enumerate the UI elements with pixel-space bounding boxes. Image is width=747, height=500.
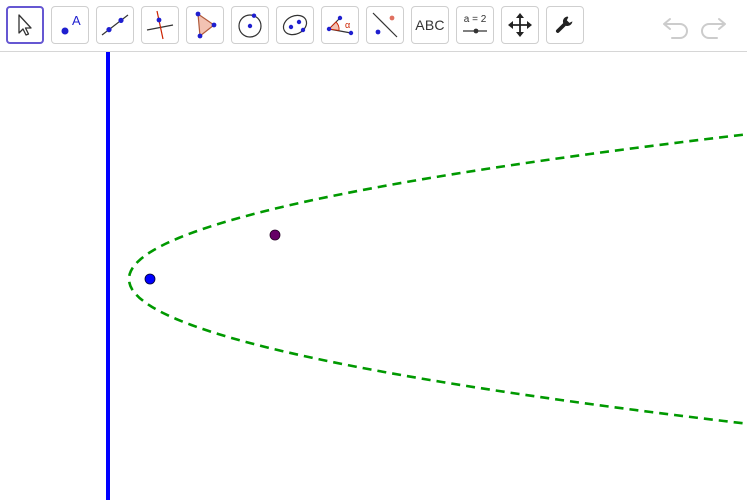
redo-button[interactable] <box>697 10 729 42</box>
circle-with-center-icon <box>238 13 262 38</box>
ellipse-tool-button[interactable] <box>276 6 314 44</box>
toolbar: A α ABC a = 2 <box>0 0 747 52</box>
undo-icon <box>663 18 688 39</box>
slider-icon: a = 2 <box>463 14 487 34</box>
text-tool-button[interactable]: ABC <box>411 6 449 44</box>
slider-tool-label: a = 2 <box>464 14 487 25</box>
perpendicular-line-icon <box>146 10 174 40</box>
free-point[interactable] <box>269 229 281 241</box>
move-tool-button[interactable] <box>6 6 44 44</box>
graphics-view[interactable] <box>0 52 747 500</box>
line-tool-button[interactable] <box>96 6 134 44</box>
circle-tool-button[interactable] <box>231 6 269 44</box>
angle-tool-button[interactable]: α <box>321 6 359 44</box>
wrench-icon <box>555 16 573 33</box>
text-tool-label: ABC <box>415 17 445 33</box>
move-graphics-view-icon <box>508 13 532 37</box>
focus-point[interactable] <box>144 273 156 285</box>
undo-button[interactable] <box>660 10 692 42</box>
redo-icon <box>701 18 726 39</box>
angle-icon: α <box>326 15 354 36</box>
reflect-about-line-icon <box>372 12 398 38</box>
perpendicular-tool-button[interactable] <box>141 6 179 44</box>
slider-tool-button[interactable]: a = 2 <box>456 6 494 44</box>
parabola-curve[interactable] <box>127 132 747 426</box>
ellipse-icon <box>282 14 308 36</box>
point-icon: A <box>61 13 81 35</box>
point-tool-label: A <box>72 13 81 28</box>
angle-tool-label: α <box>345 20 350 30</box>
settings-tool-button[interactable] <box>546 6 584 44</box>
move-graphics-tool-button[interactable] <box>501 6 539 44</box>
reflect-tool-button[interactable] <box>366 6 404 44</box>
line-through-two-points-icon <box>101 14 129 36</box>
polygon-icon <box>195 11 217 39</box>
point-tool-button[interactable]: A <box>51 6 89 44</box>
polygon-tool-button[interactable] <box>186 6 224 44</box>
move-arrow-icon <box>18 14 32 36</box>
